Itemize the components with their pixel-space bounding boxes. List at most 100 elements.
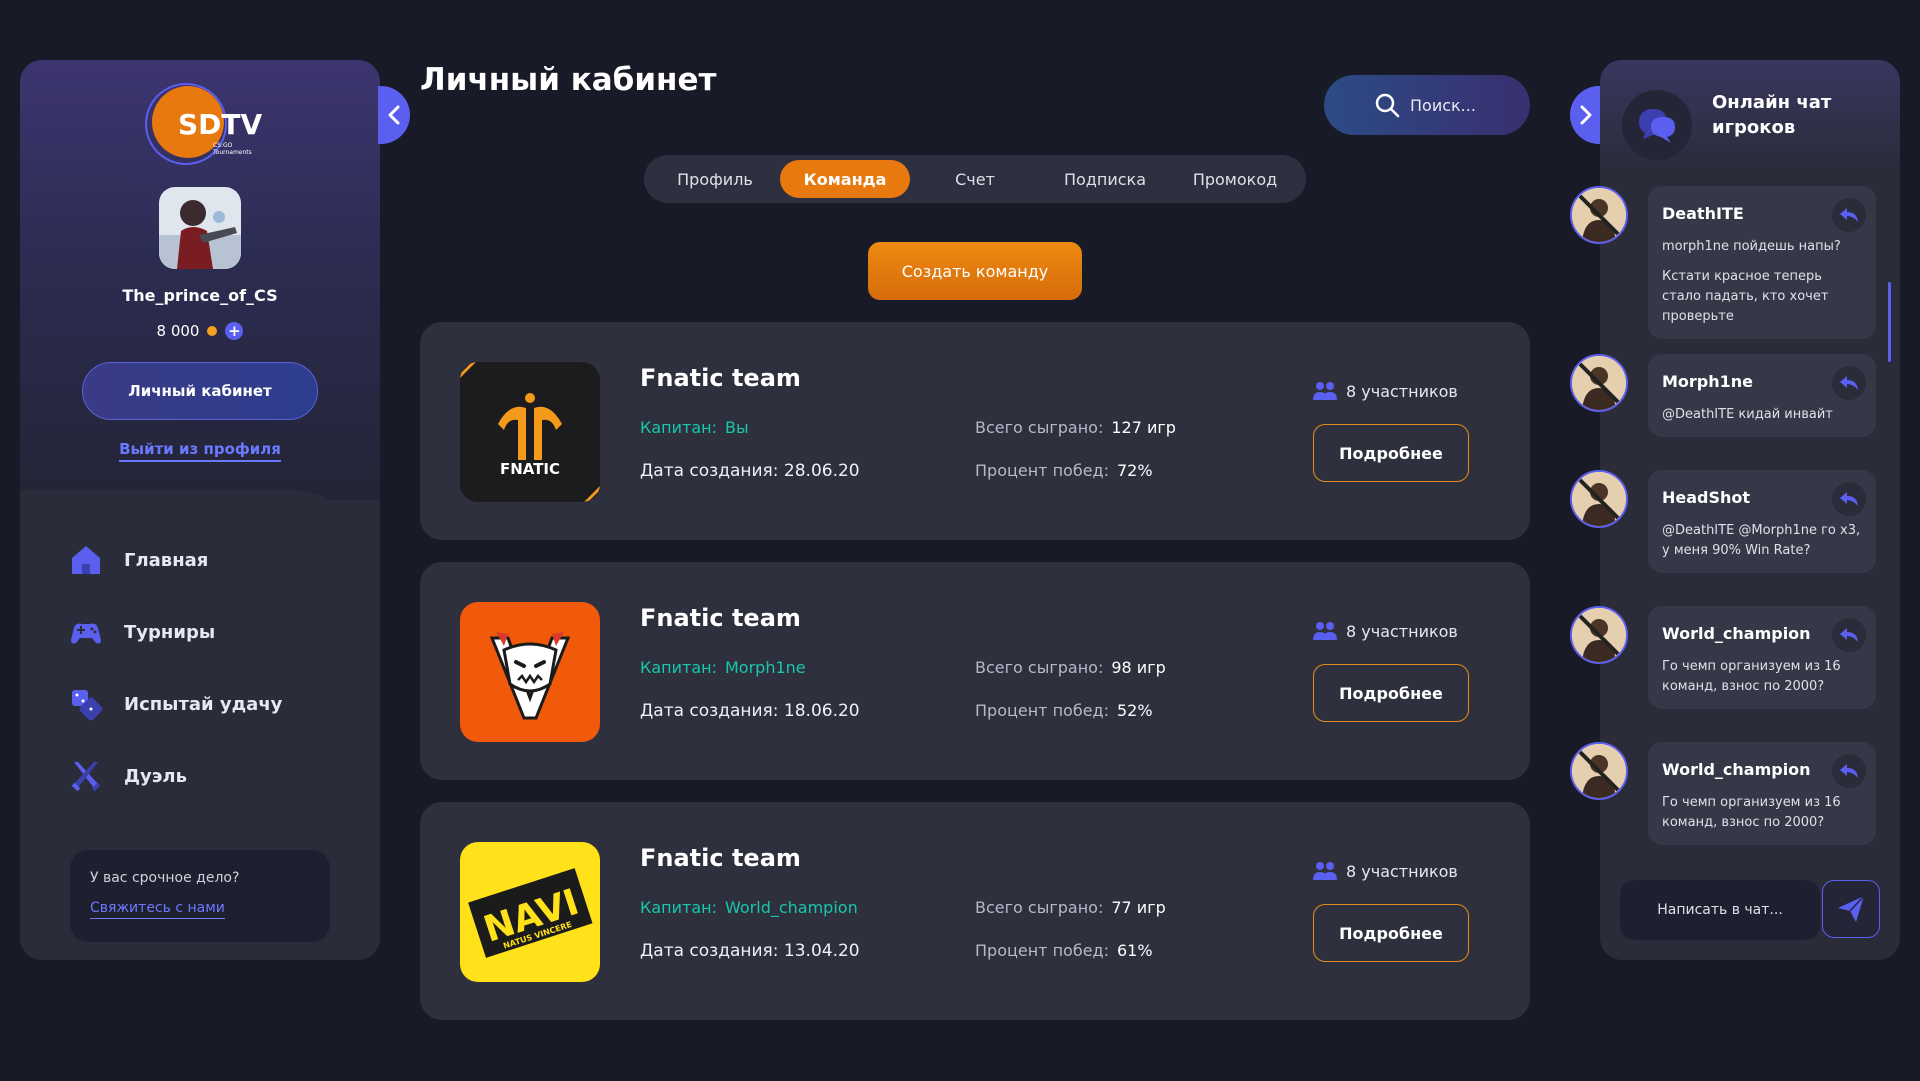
- users-icon: [1313, 862, 1337, 880]
- chat-message: World_champion Го чемп организуем из 16 …: [1648, 742, 1876, 845]
- team-name: Fnatic team: [640, 604, 801, 632]
- win-rate: Процент побед: 61%: [975, 941, 1153, 960]
- details-button[interactable]: Подробнее: [1313, 424, 1469, 482]
- add-balance-icon[interactable]: +: [225, 322, 244, 340]
- members-count: 8 участников: [1312, 380, 1458, 402]
- menu-item-tournaments[interactable]: Турниры: [68, 614, 215, 650]
- left-sidebar: SDTV CS:GO Tournaments The_prince_of_CS …: [20, 60, 380, 960]
- gamepad-icon: [71, 623, 101, 644]
- reply-icon[interactable]: [1832, 198, 1866, 232]
- chat-scrollbar[interactable]: [1888, 282, 1891, 362]
- chat-message: World_champion Го чемп организуем из 16 …: [1648, 606, 1876, 709]
- message-text: Го чемп организуем из 16 команд, взнос п…: [1662, 795, 1841, 830]
- games-played: Всего сыграно: 127 игр: [975, 418, 1176, 437]
- win-rate: Процент побед: 72%: [975, 461, 1153, 480]
- details-button[interactable]: Подробнее: [1313, 904, 1469, 962]
- reply-icon[interactable]: [1832, 482, 1866, 516]
- logout-link-text[interactable]: Выйти из профиля: [119, 440, 281, 462]
- avatar[interactable]: [1570, 742, 1628, 800]
- users-icon: [1313, 622, 1337, 640]
- menu-item-label: Турниры: [124, 621, 216, 643]
- creation-date: Дата создания: 13.04.20: [640, 941, 860, 961]
- sdtv-logo[interactable]: SDTV CS:GO Tournaments: [138, 82, 278, 166]
- captain: Капитан: Morph1ne: [640, 658, 806, 677]
- message-text: @DeathITE кидай инвайт: [1662, 407, 1833, 422]
- menu-item-luck[interactable]: Испытай удачу: [68, 686, 282, 722]
- tabs-bar: Профиль Команда Счет Подписка Промокод: [644, 155, 1306, 203]
- create-team-button[interactable]: Создать команду: [868, 242, 1082, 300]
- chat-bubbles-icon: [1622, 90, 1692, 160]
- svg-text:Tournaments: Tournaments: [212, 149, 252, 156]
- search-input[interactable]: [1410, 95, 1520, 115]
- win-rate: Процент побед: 52%: [975, 701, 1153, 720]
- chevron-right-icon: [1580, 105, 1592, 125]
- tab-profile[interactable]: Профиль: [650, 160, 780, 198]
- menu-item-label: Испытай удачу: [124, 693, 283, 715]
- search-icon: [1375, 93, 1400, 118]
- members-count: 8 участников: [1312, 860, 1458, 882]
- swords-icon: [71, 762, 101, 792]
- team-logo-fnatic: FNATIC: [460, 362, 600, 502]
- search-box[interactable]: [1324, 75, 1530, 135]
- chat-title: Онлайн чат игроков: [1712, 92, 1832, 138]
- menu-item-label: Главная: [124, 549, 209, 571]
- page-title: Личный кабинет: [420, 62, 717, 98]
- message-text: morph1ne пойдешь напы?: [1662, 239, 1841, 254]
- user-avatar[interactable]: [159, 187, 241, 269]
- svg-text:FNATIC: FNATIC: [500, 460, 560, 478]
- personal-cabinet-button[interactable]: Личный кабинет: [82, 362, 318, 420]
- menu-item-label: Дуэль: [124, 765, 187, 787]
- reply-icon[interactable]: [1832, 754, 1866, 788]
- chat-input[interactable]: [1620, 880, 1820, 940]
- avatar[interactable]: [1570, 606, 1628, 664]
- captain: Капитан: Вы: [640, 418, 749, 437]
- users-icon: [1313, 382, 1337, 400]
- members-count: 8 участников: [1312, 620, 1458, 642]
- team-logo-virtus-pro: [460, 602, 600, 742]
- menu-item-home[interactable]: Главная: [68, 542, 208, 578]
- tab-promocode[interactable]: Промокод: [1170, 160, 1300, 198]
- balance-value: 8 000: [156, 322, 200, 340]
- team-name: Fnatic team: [640, 364, 801, 392]
- creation-date: Дата создания: 18.06.20: [640, 701, 860, 721]
- team-logo-navi: NAVI NATUS VINCERE: [460, 842, 600, 982]
- dice-icon: [72, 690, 103, 721]
- send-icon: [1838, 895, 1865, 922]
- message-text: @DeathITE @Morph1ne го х3, у меня 90% Wi…: [1662, 523, 1861, 558]
- tab-account[interactable]: Счет: [910, 160, 1040, 198]
- menu-item-duel[interactable]: Дуэль: [68, 758, 187, 794]
- chat-message: Morph1ne @DeathITE кидай инвайт: [1648, 354, 1876, 437]
- home-icon: [72, 546, 100, 574]
- username: The_prince_of_CS: [122, 286, 278, 305]
- tab-subscription[interactable]: Подписка: [1040, 160, 1170, 198]
- games-played: Всего сыграно: 77 игр: [975, 898, 1166, 917]
- creation-date: Дата создания: 28.06.20: [640, 461, 860, 481]
- reply-icon[interactable]: [1832, 618, 1866, 652]
- collapse-sidebar-button[interactable]: [378, 86, 410, 144]
- team-card: Fnatic team Капитан: Morph1ne Дата создан…: [420, 562, 1530, 780]
- chevron-left-icon: [388, 105, 400, 125]
- balance: 8 000 +: [20, 322, 380, 340]
- avatar[interactable]: [1570, 470, 1628, 528]
- collapse-chat-button[interactable]: [1570, 86, 1602, 144]
- contact-us-link[interactable]: Свяжитесь с нами: [90, 900, 225, 919]
- logout-link: Выйти из профиля: [20, 440, 380, 462]
- coin-icon: [207, 326, 218, 336]
- team-name: Fnatic team: [640, 844, 801, 872]
- tab-team[interactable]: Команда: [780, 160, 910, 198]
- reply-icon[interactable]: [1832, 366, 1866, 400]
- chat-header: Онлайн чат игроков: [1600, 60, 1900, 170]
- avatar[interactable]: [1570, 186, 1628, 244]
- sidebar-profile-section: SDTV CS:GO Tournaments The_prince_of_CS …: [20, 60, 380, 500]
- avatar[interactable]: [1570, 354, 1628, 412]
- details-button[interactable]: Подробнее: [1313, 664, 1469, 722]
- help-text: У вас срочное дело?: [90, 870, 240, 886]
- team-card: NAVI NATUS VINCERE Fnatic team Капитан: W…: [420, 802, 1530, 1020]
- message-text: Кстати красное теперь стало падать, кто …: [1662, 269, 1829, 324]
- svg-text:CS:GO: CS:GO: [213, 142, 233, 149]
- svg-text:SDTV: SDTV: [178, 108, 263, 141]
- chat-message: DeathITE morph1ne пойдешь напы? Кстати к…: [1648, 186, 1876, 339]
- send-button[interactable]: [1822, 880, 1880, 938]
- help-box: У вас срочное дело? Свяжитесь с нами: [70, 850, 330, 942]
- team-card: FNATIC Fnatic team Капитан: Вы Дата созда…: [420, 322, 1530, 540]
